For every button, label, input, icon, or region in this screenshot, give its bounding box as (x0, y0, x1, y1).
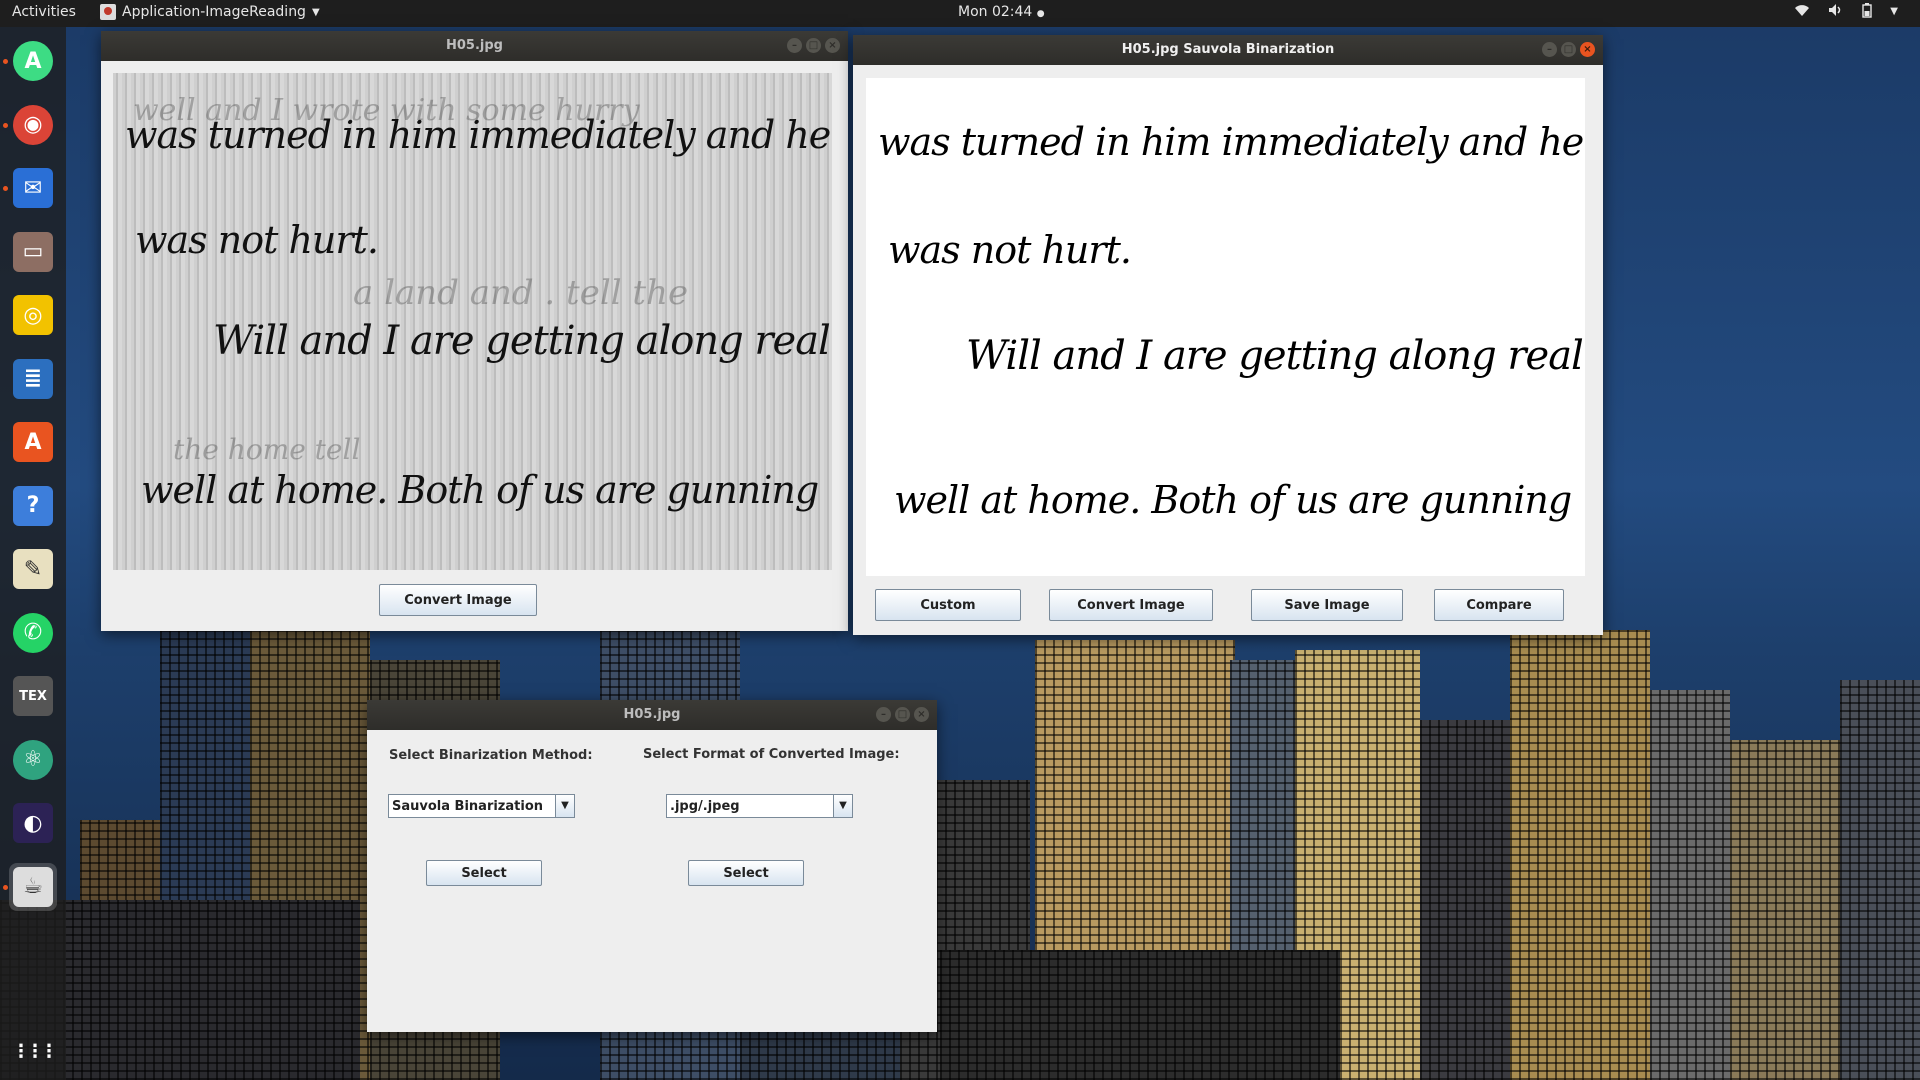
image-format-select[interactable]: .jpg/.jpeg ▼ (666, 794, 853, 818)
files-icon: ▭ (13, 231, 53, 272)
dock-item-java-app[interactable]: ☕ (9, 862, 57, 911)
window-title: H05.jpg Sauvola Binarization (1121, 42, 1335, 57)
close-icon[interactable]: × (1580, 42, 1595, 57)
minimize-icon[interactable]: – (787, 38, 802, 53)
dock-item-whatsapp[interactable]: ✆ (9, 609, 57, 657)
app-menu-label: Application-ImageReading (122, 4, 306, 20)
select-method-button[interactable]: Select (426, 860, 542, 886)
dock-item-text-editor[interactable]: ✎ (9, 545, 57, 593)
running-indicator (3, 59, 8, 64)
maximize-icon[interactable]: □ (1561, 42, 1576, 57)
binarized-line-4: well at home. Both of us are gunning (894, 478, 1572, 522)
dock-item-files[interactable]: ▭ (9, 228, 57, 276)
writer-icon: ≣ (13, 358, 53, 399)
convert-image-button[interactable]: Convert Image (1049, 589, 1213, 621)
binarization-method-select[interactable]: Sauvola Binarization ▼ (388, 794, 575, 818)
thunderbird-icon: ✉ (13, 168, 53, 208)
dock: A ◉ ✉ ▭ ◎ ≣ A? ✎ ✆ TEX ⚛ ◐ ☕ ⋮⋮⋮ (0, 27, 66, 1080)
binarized-line-2: was not hurt. (888, 228, 1132, 272)
app-icon (100, 4, 116, 20)
show-applications-icon[interactable]: ⋮⋮⋮ (9, 1027, 58, 1075)
eclipse-icon: ◐ (13, 803, 53, 843)
image-format-value: .jpg/.jpeg (670, 799, 740, 814)
handwriting-line-4: well at home. Both of us are gunning (141, 468, 819, 512)
custom-button[interactable]: Custom (875, 589, 1021, 621)
chevron-down-icon: ▼ (311, 6, 320, 18)
dropdown-arrow-icon: ▼ (555, 795, 574, 817)
battery-icon (1862, 3, 1872, 22)
dock-item-writer[interactable]: ≣ (9, 355, 57, 403)
clock-label: Mon 02:44 (958, 4, 1033, 20)
text-editor-icon: ✎ (13, 549, 53, 589)
wifi-icon (1794, 3, 1810, 22)
dock-item-software-center[interactable]: A (9, 418, 57, 466)
notification-dot: ● (1036, 9, 1045, 19)
help-icon: ? (13, 485, 53, 526)
image-format-label: Select Format of Converted Image: (643, 747, 900, 762)
minimize-icon[interactable]: – (876, 707, 891, 722)
dock-item-android-studio[interactable]: A (9, 37, 57, 85)
dock-item-help[interactable]: ? (9, 482, 57, 530)
minimize-icon[interactable]: – (1542, 42, 1557, 57)
compare-button[interactable]: Compare (1434, 589, 1564, 621)
chevron-down-icon: ▼ (1890, 6, 1898, 17)
activities-button[interactable]: Activities (12, 4, 76, 20)
app-menu[interactable]: Application-ImageReading ▼ (100, 4, 320, 20)
title-bar[interactable]: H05.jpg – □ × (367, 700, 937, 730)
handwriting-line-1: was turned in him immediately and he (125, 113, 831, 157)
top-bar: Activities Application-ImageReading ▼ Mo… (0, 0, 1920, 27)
whatsapp-icon: ✆ (13, 612, 53, 653)
maximize-icon[interactable]: □ (895, 707, 910, 722)
running-indicator (3, 884, 8, 890)
convert-image-button[interactable]: Convert Image (379, 584, 537, 616)
save-image-button[interactable]: Save Image (1251, 589, 1403, 621)
system-tray[interactable]: ▼ (1794, 3, 1898, 22)
binarized-image: was turned in him immediately and he was… (866, 78, 1585, 576)
atom-icon: ⚛ (13, 739, 53, 780)
handwriting-line-3: Will and I are getting along real (213, 318, 831, 364)
binarization-settings-window: H05.jpg – □ × Select Binarization Method… (367, 700, 937, 1032)
volume-icon (1828, 3, 1844, 22)
original-image: well and I wrote with some hurry a land … (113, 73, 832, 570)
dock-item-texmaker[interactable]: TEX (9, 672, 57, 720)
clock[interactable]: Mon 02:44 ● (958, 4, 1045, 20)
binarized-line-1: was turned in him immediately and he (878, 120, 1584, 164)
android-studio-icon: A (13, 41, 53, 81)
maximize-icon[interactable]: □ (806, 38, 821, 53)
binarized-image-window: H05.jpg Sauvola Binarization – □ × was t… (853, 35, 1603, 635)
dock-item-thunderbird[interactable]: ✉ (9, 164, 57, 212)
close-icon[interactable]: × (914, 707, 929, 722)
handwriting-line-2: was not hurt. (135, 218, 379, 262)
title-bar[interactable]: H05.jpg – □ × (101, 31, 848, 61)
java-app-icon: ☕ (13, 866, 53, 907)
select-format-button[interactable]: Select (688, 860, 804, 886)
dock-item-chrome[interactable]: ◉ (9, 101, 57, 149)
texmaker-icon: TEX (13, 676, 53, 716)
binarized-line-3: Will and I are getting along real (966, 333, 1584, 379)
title-bar[interactable]: H05.jpg Sauvola Binarization – □ × (853, 35, 1603, 65)
rhythmbox-icon: ◎ (13, 295, 53, 335)
running-indicator (3, 122, 8, 128)
binarization-method-label: Select Binarization Method: (389, 748, 593, 763)
dock-item-eclipse[interactable]: ◐ (9, 799, 57, 847)
running-indicator (3, 186, 8, 191)
close-icon[interactable]: × (825, 38, 840, 53)
chrome-icon: ◉ (13, 104, 53, 145)
window-title: H05.jpg (623, 707, 681, 722)
dock-item-atom[interactable]: ⚛ (9, 736, 57, 784)
dropdown-arrow-icon: ▼ (833, 795, 852, 817)
original-image-window: H05.jpg – □ × well and I wrote with some… (101, 31, 848, 631)
dock-item-rhythmbox[interactable]: ◎ (9, 291, 57, 339)
window-title: H05.jpg (446, 38, 503, 53)
binarization-method-value: Sauvola Binarization (392, 799, 544, 814)
software-center-icon: A (13, 422, 53, 462)
